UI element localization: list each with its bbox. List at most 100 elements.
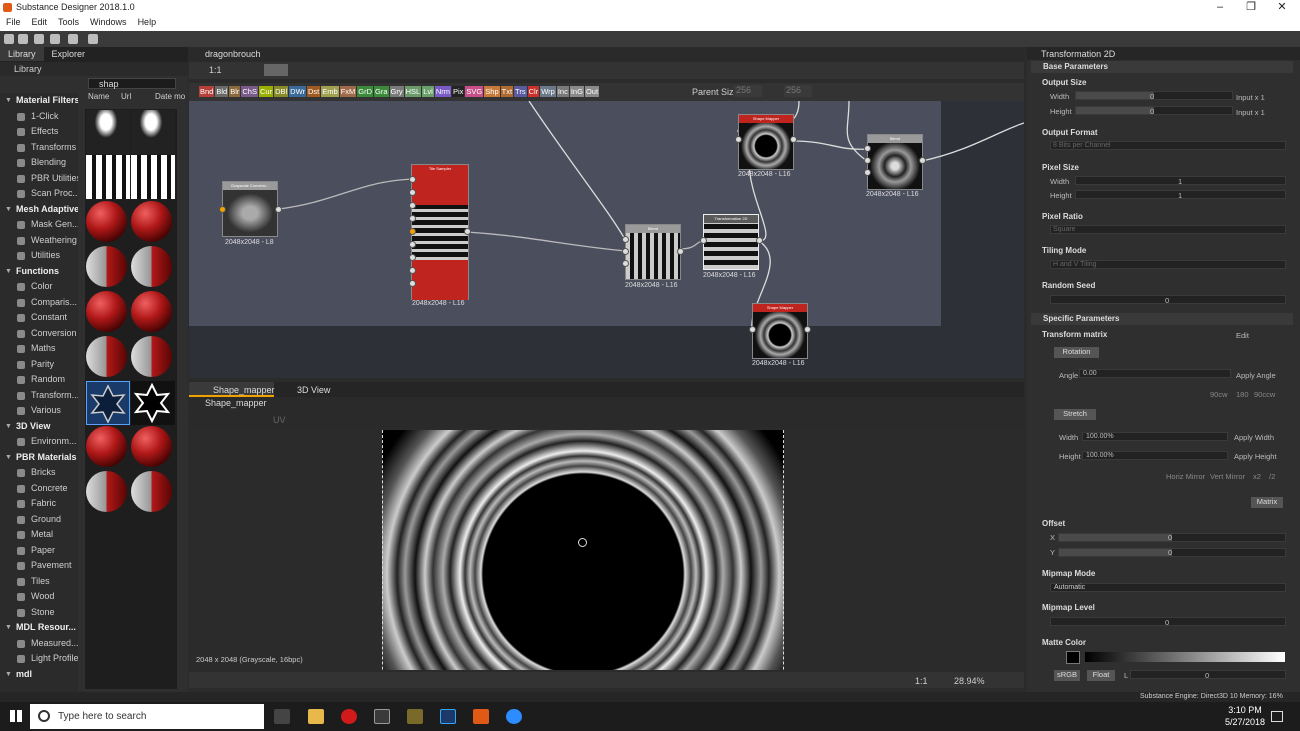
- chevron-down-icon[interactable]: ▼: [5, 620, 12, 636]
- node-chip[interactable]: Wrp: [540, 86, 556, 97]
- srgb-toggle[interactable]: sRGB: [1054, 670, 1080, 681]
- input-port[interactable]: [409, 189, 416, 196]
- node-transformation-2d[interactable]: Transformation 2D: [703, 214, 759, 270]
- filter-item[interactable]: Random: [0, 372, 78, 388]
- save-icon[interactable]: [34, 34, 44, 44]
- input-port[interactable]: [864, 169, 871, 176]
- rotate-180-button[interactable]: 180: [1236, 390, 1249, 399]
- node-chip[interactable]: Bnd: [199, 86, 215, 97]
- filter-item[interactable]: Bricks: [0, 465, 78, 481]
- float-toggle[interactable]: Float: [1087, 670, 1115, 681]
- node-chip[interactable]: ChS: [241, 86, 258, 97]
- filter-item[interactable]: Various: [0, 403, 78, 419]
- input-port[interactable]: [409, 228, 416, 235]
- column-name[interactable]: Name: [88, 92, 109, 101]
- 2d-viewport[interactable]: 2048 x 2048 (Grayscale, 16bpc): [189, 428, 1024, 670]
- filter-item[interactable]: Utilities: [0, 248, 78, 264]
- filter-item[interactable]: Metal: [0, 527, 78, 543]
- node-chip[interactable]: SVG: [465, 86, 484, 97]
- redo-icon[interactable]: [88, 34, 98, 44]
- node-grayscale-conversion[interactable]: Grayscale Conversi...: [222, 181, 278, 237]
- filter-item[interactable]: Mask Gen...: [0, 217, 78, 233]
- scale-x2-button[interactable]: x2: [1253, 472, 1261, 481]
- tab-library[interactable]: Library: [0, 47, 44, 61]
- filter-item[interactable]: Concrete: [0, 481, 78, 497]
- new-icon[interactable]: [4, 34, 14, 44]
- filter-item[interactable]: Blending: [0, 155, 78, 171]
- node-chip[interactable]: Dst: [307, 86, 321, 97]
- thumb-material-12[interactable]: [131, 471, 175, 515]
- vert-mirror-button[interactable]: Vert Mirror: [1210, 472, 1245, 481]
- node-chip[interactable]: Lvl: [422, 86, 434, 97]
- notifications-icon[interactable]: [1271, 711, 1283, 722]
- node-chip[interactable]: DBl: [274, 86, 289, 97]
- menu-edit[interactable]: Edit: [26, 15, 53, 27]
- node-chip[interactable]: Txt: [500, 86, 514, 97]
- input-port[interactable]: [622, 260, 629, 267]
- node-shape-mapper-2[interactable]: Shape Mapper: [752, 303, 808, 359]
- input-port[interactable]: [622, 248, 629, 255]
- clock-date[interactable]: 5/27/2018: [1220, 717, 1270, 727]
- open-icon[interactable]: [18, 34, 28, 44]
- scale-half-button[interactable]: /2: [1269, 472, 1275, 481]
- app-icon-misc[interactable]: [374, 709, 390, 724]
- node-chip[interactable]: HSL: [404, 86, 422, 97]
- mipmap-mode-select[interactable]: Automatic: [1050, 583, 1286, 592]
- minimize-button[interactable]: –: [1205, 0, 1235, 15]
- thumb-material-2[interactable]: [131, 201, 175, 245]
- thumb-shape-selected[interactable]: [86, 381, 130, 425]
- parent-size-width[interactable]: 256: [734, 85, 762, 97]
- viewer-ratio[interactable]: 1:1: [915, 676, 928, 686]
- node-shape-mapper-1[interactable]: Shape Mapper: [738, 114, 794, 170]
- output-port[interactable]: [804, 326, 811, 333]
- filter-item[interactable]: Transforms: [0, 140, 78, 156]
- maximize-button[interactable]: ❐: [1236, 0, 1266, 15]
- output-port[interactable]: [756, 237, 763, 244]
- filter-item[interactable]: Pavement: [0, 558, 78, 574]
- pivot-handle[interactable]: [578, 538, 587, 547]
- taskbar-search-input[interactable]: Type here to search: [30, 704, 264, 729]
- chevron-down-icon[interactable]: ▼: [5, 419, 12, 435]
- input-port[interactable]: [409, 280, 416, 287]
- filter-item[interactable]: Weathering: [0, 233, 78, 249]
- rotate-90cw-button[interactable]: 90cw: [1210, 390, 1228, 399]
- filter-item[interactable]: Fabric: [0, 496, 78, 512]
- menu-help[interactable]: Help: [132, 15, 162, 27]
- rotate-90ccw-button[interactable]: 90ccw: [1254, 390, 1275, 399]
- output-port[interactable]: [464, 228, 471, 235]
- input-port[interactable]: [409, 202, 416, 209]
- filter-item[interactable]: Scan Proc...: [0, 186, 78, 202]
- ds-icon[interactable]: [407, 709, 423, 724]
- graph-select-mode[interactable]: [264, 64, 288, 76]
- tab-shape-mapper[interactable]: Shape_mapper: [189, 382, 275, 397]
- column-url[interactable]: Url: [121, 92, 131, 101]
- opera-icon[interactable]: [341, 709, 357, 724]
- filter-category[interactable]: ▼ Material Filters: [0, 93, 78, 109]
- stretch-width-input[interactable]: 100.00%: [1082, 432, 1228, 441]
- filter-category[interactable]: ▼ 3D View: [0, 419, 78, 435]
- matrix-button[interactable]: Matrix: [1251, 497, 1283, 508]
- output-height-mode[interactable]: Input x 1: [1236, 108, 1265, 117]
- thumb-shape-2[interactable]: [131, 110, 175, 154]
- column-date[interactable]: Date mo: [155, 92, 185, 101]
- input-port[interactable]: [700, 237, 707, 244]
- node-chip[interactable]: Nrm: [434, 86, 451, 97]
- node-chip[interactable]: Blr: [229, 86, 241, 97]
- node-blend-2[interactable]: Blend: [867, 134, 923, 190]
- zoom-icon[interactable]: [506, 709, 522, 724]
- input-port[interactable]: [864, 157, 871, 164]
- edit-matrix-button[interactable]: Edit: [1236, 331, 1249, 340]
- chevron-down-icon[interactable]: ▼: [5, 264, 12, 280]
- filter-item[interactable]: Transform...: [0, 388, 78, 404]
- thumb-material-11[interactable]: [86, 471, 130, 515]
- thumb-material-8[interactable]: [131, 336, 175, 380]
- angle-input[interactable]: 0.00: [1079, 369, 1231, 378]
- thumb-material-3[interactable]: [86, 246, 130, 290]
- thumb-shape-star[interactable]: [131, 381, 175, 425]
- chevron-down-icon[interactable]: ▼: [5, 450, 12, 466]
- output-format-select[interactable]: 8 Bits per Channel: [1050, 141, 1286, 150]
- node-chip[interactable]: GrD: [357, 86, 374, 97]
- node-chip[interactable]: FxM: [339, 86, 357, 97]
- filter-item[interactable]: Ground: [0, 512, 78, 528]
- filter-item[interactable]: Comparis...: [0, 295, 78, 311]
